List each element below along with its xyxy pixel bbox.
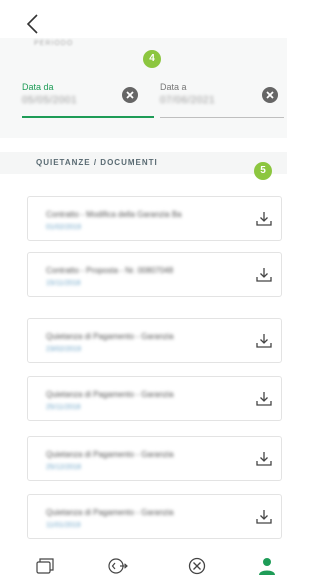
back-chevron-icon[interactable] — [22, 10, 46, 38]
section-title: QUIETANZE / DOCUMENTI — [36, 158, 158, 167]
date-from-field[interactable]: Data da 05/05/2001 — [22, 82, 154, 118]
download-icon[interactable] — [255, 210, 273, 228]
download-icon[interactable] — [255, 390, 273, 408]
document-card[interactable]: Quietanza di Pagamento - Garanzia 25/12/… — [27, 436, 282, 481]
document-date: 25/12/2018 — [46, 464, 82, 471]
date-to-field[interactable]: Data a 07/06/2021 — [160, 82, 284, 118]
document-title: Quietanza di Pagamento - Garanzia — [46, 390, 174, 399]
date-from-underline — [22, 116, 154, 118]
download-icon[interactable] — [255, 332, 273, 350]
download-icon[interactable] — [255, 450, 273, 468]
document-title: Contratto - Modifica della Garanzia Ba — [46, 210, 182, 219]
clear-date-to-button[interactable] — [262, 87, 278, 103]
document-card[interactable]: Quietanza di Pagamento - Garanzia 11/01/… — [27, 494, 282, 539]
document-title: Quietanza di Pagamento - Garanzia — [46, 508, 174, 517]
user-icon[interactable] — [256, 557, 278, 575]
document-title: Contratto - Proposta - Nr. 00807048 — [46, 266, 174, 275]
document-card[interactable]: Contratto - Modifica della Garanzia Ba 0… — [27, 196, 282, 241]
bottom-tab-bar — [0, 552, 287, 579]
clear-icon — [126, 91, 134, 99]
clear-date-from-button[interactable] — [122, 87, 138, 103]
filter-section-label: PERIODO — [34, 40, 74, 47]
document-title: Quietanza di Pagamento - Garanzia — [46, 450, 174, 459]
date-to-underline — [160, 117, 284, 118]
document-date: 23/02/2019 — [46, 346, 82, 353]
document-date: 15/11/2018 — [46, 280, 81, 287]
step-badge-4: 4 — [143, 50, 161, 68]
document-date: 11/01/2019 — [46, 522, 81, 529]
documents-section-header: QUIETANZE / DOCUMENTI — [0, 152, 287, 174]
cards-icon[interactable] — [34, 557, 56, 575]
download-icon[interactable] — [255, 266, 273, 284]
exchange-icon[interactable] — [106, 557, 128, 575]
document-card[interactable]: Quietanza di Pagamento - Garanzia 23/02/… — [27, 318, 282, 363]
download-icon[interactable] — [255, 508, 273, 526]
document-title: Quietanza di Pagamento - Garanzia — [46, 332, 174, 341]
document-date: 25/11/2018 — [46, 404, 81, 411]
document-card[interactable]: Contratto - Proposta - Nr. 00807048 15/1… — [27, 252, 282, 297]
document-date: 01/02/2019 — [46, 224, 82, 231]
step-badge-5: 5 — [254, 162, 272, 180]
document-card[interactable]: Quietanza di Pagamento - Garanzia 25/11/… — [27, 376, 282, 421]
cancel-circle-icon[interactable] — [186, 557, 208, 575]
clear-icon — [266, 91, 274, 99]
